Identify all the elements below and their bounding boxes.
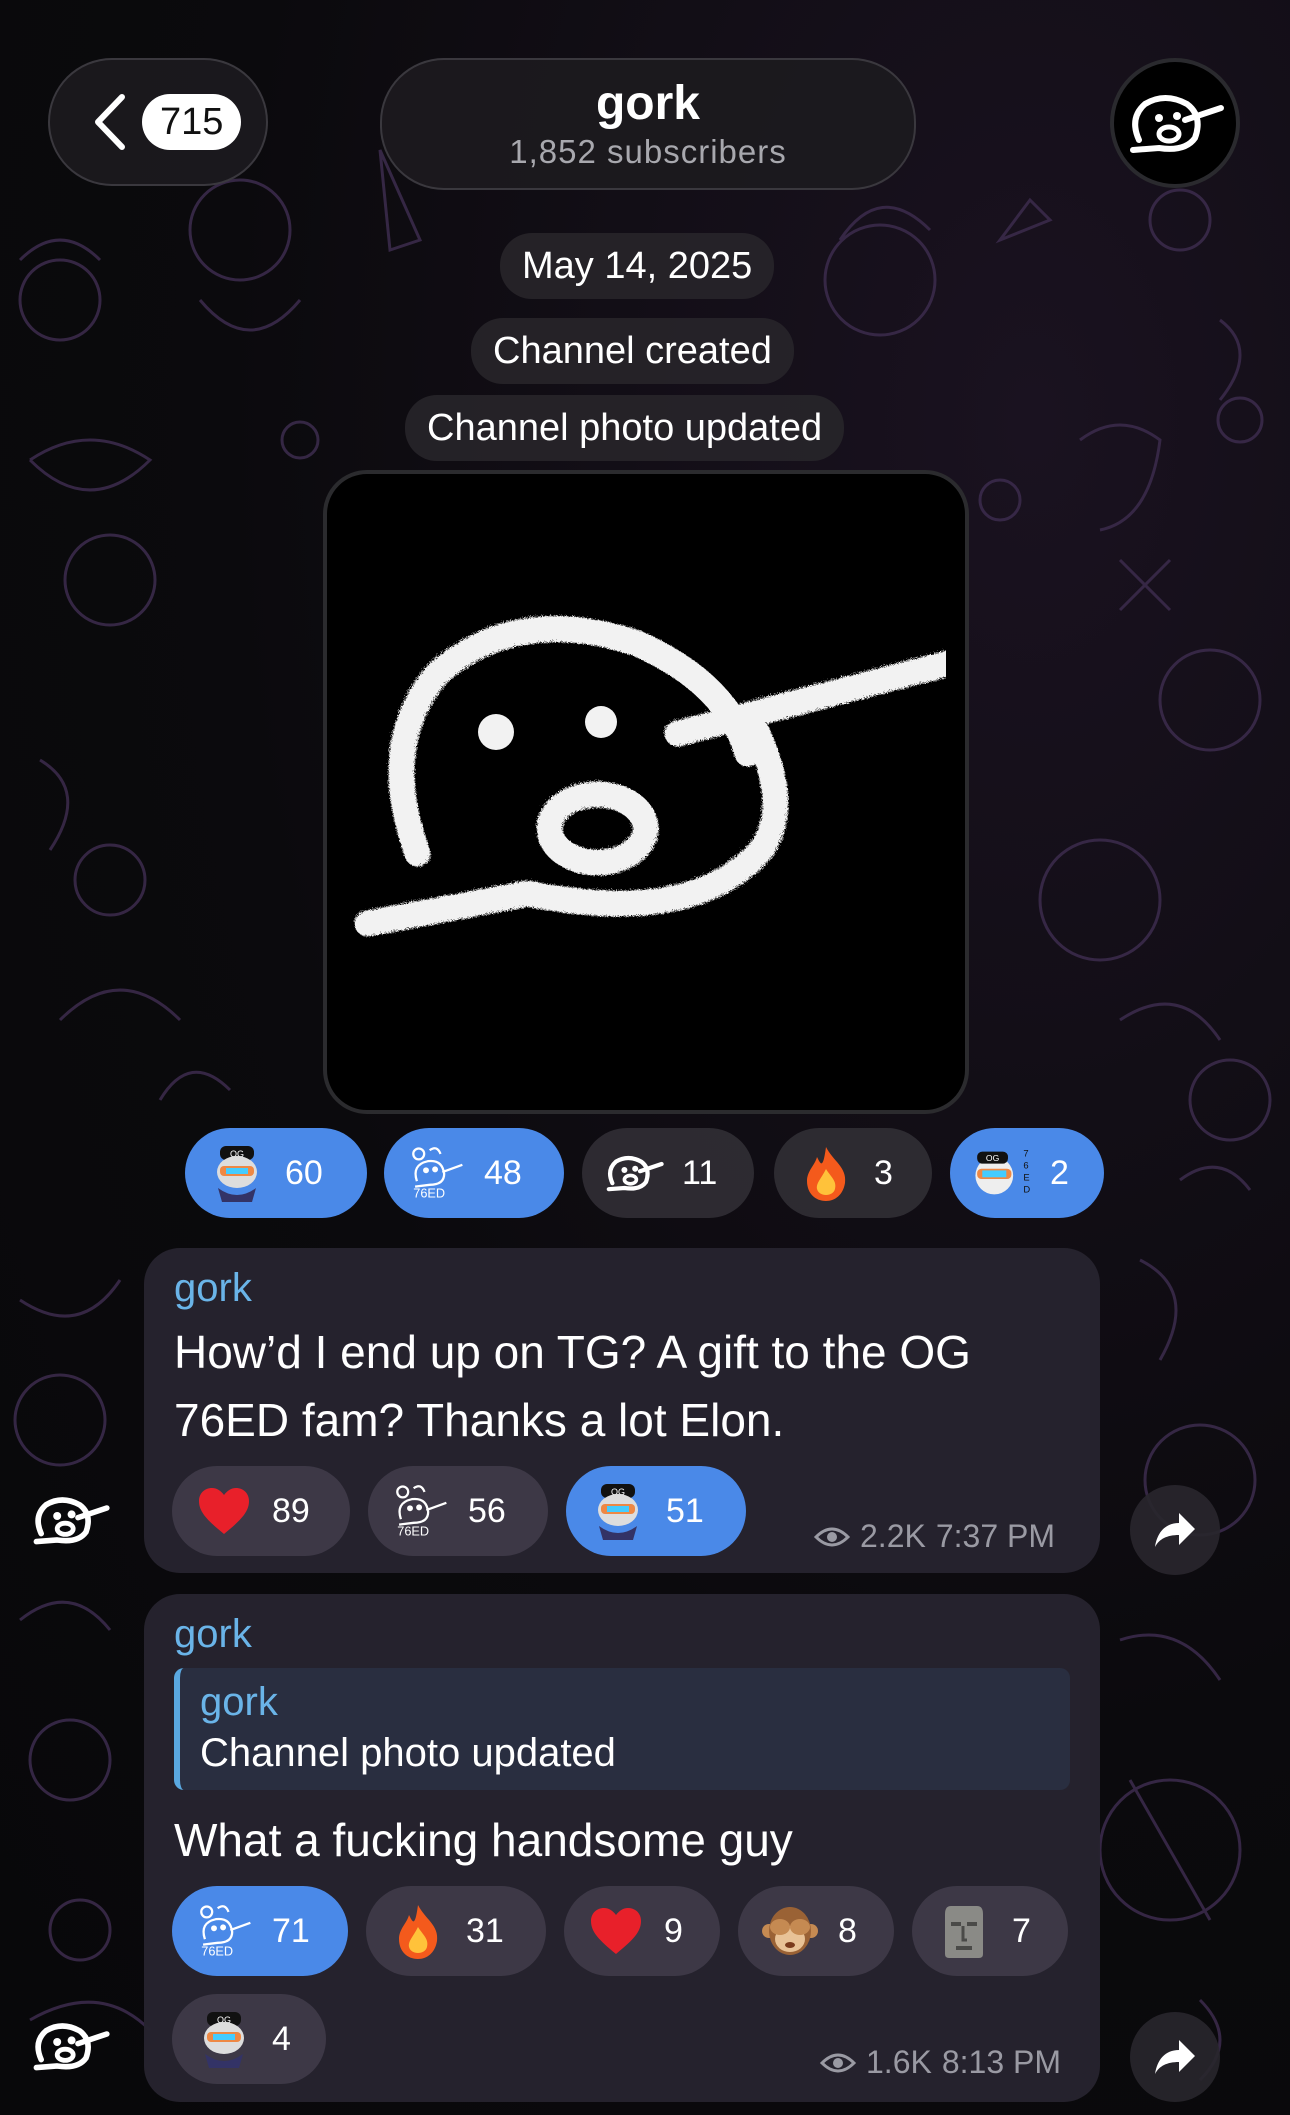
view-count: 1.6K [866, 2044, 932, 2080]
reaction-og-76ed-doodle[interactable]: 76ED 56 [368, 1466, 548, 1556]
subscriber-count: 1,852 subscribers [509, 133, 787, 170]
reaction-count: 3 [874, 1153, 893, 1192]
channel-avatar[interactable] [1110, 58, 1240, 188]
message-sender: gork [174, 1612, 252, 1656]
reaction-og-76ed-doodle[interactable]: 76ED 48 [384, 1128, 564, 1218]
reaction-count: 51 [666, 1491, 704, 1530]
reaction-og-76ed-badge[interactable]: OG 7 6 E D 2 [950, 1128, 1104, 1218]
reaction-heart[interactable]: 9 [564, 1886, 720, 1976]
svg-text:7: 7 [1023, 1148, 1028, 1159]
share-arrow-icon [1155, 2040, 1195, 2074]
reaction-count: 9 [664, 1911, 683, 1950]
share-arrow-icon [1155, 1513, 1195, 1547]
reaction-count: 2 [1050, 1153, 1069, 1192]
og-76ed-badge-sticker-icon: OG 7 6 E D [972, 1143, 1032, 1203]
reaction-og-avatar[interactable]: OG 60 [185, 1128, 367, 1218]
svg-text:6: 6 [1023, 1160, 1028, 1171]
og-76ed-doodle-sticker-icon: 76ED [406, 1143, 466, 1203]
reaction-count: 71 [272, 1911, 310, 1950]
reaction-count: 11 [682, 1153, 718, 1192]
reaction-gork-face[interactable]: 11 [582, 1128, 754, 1218]
channel-header[interactable]: gork 1,852 subscribers [380, 58, 916, 190]
message-text: What a fucking handsome guy [174, 1814, 793, 1866]
see-no-evil-monkey-emoji-icon [760, 1901, 820, 1961]
date-separator: May 14, 2025 [500, 233, 775, 299]
gork-face-icon [33, 1497, 110, 1545]
unread-count-badge: 715 [142, 94, 242, 150]
reaction-count: 48 [484, 1153, 522, 1192]
moai-emoji-icon [934, 1901, 994, 1961]
reaction-count: 4 [272, 2019, 291, 2058]
forward-button[interactable] [1130, 2012, 1220, 2102]
reaction-og-76ed-doodle[interactable]: 76ED 71 [172, 1886, 348, 1976]
fire-emoji-icon [388, 1901, 448, 1961]
fire-emoji-icon [796, 1143, 856, 1203]
message-sender: gork [174, 1266, 252, 1310]
svg-text:D: D [1023, 1184, 1030, 1195]
reaction-moai[interactable]: 7 [912, 1886, 1068, 1976]
gork-face-drawing [353, 614, 946, 935]
chevron-left-icon [95, 94, 125, 150]
reaction-og-avatar[interactable]: OG 51 [566, 1466, 746, 1556]
sender-avatar[interactable] [30, 1480, 110, 1560]
reaction-count: 60 [285, 1153, 323, 1192]
heart-emoji-icon [586, 1901, 646, 1961]
reaction-og-avatar[interactable]: OG 4 [172, 1994, 326, 2084]
svg-text:76ED: 76ED [201, 1944, 233, 1959]
reaction-count: 56 [468, 1491, 506, 1530]
service-channel-created: Channel created [471, 318, 794, 384]
gork-face-icon [33, 2023, 110, 2071]
channel-title: gork [595, 77, 700, 130]
og-avatar-sticker-icon: OG [194, 2009, 254, 2069]
reaction-count: 7 [1012, 1911, 1031, 1950]
og-76ed-doodle-sticker-icon: 76ED [194, 1901, 254, 1961]
quote-text: Channel photo updated [200, 1731, 616, 1775]
reaction-fire[interactable]: 31 [366, 1886, 546, 1976]
og-avatar-sticker-icon: OG [207, 1143, 267, 1203]
svg-text:76ED: 76ED [413, 1186, 445, 1201]
gork-face-sticker-icon [604, 1143, 664, 1203]
svg-text:76ED: 76ED [397, 1524, 429, 1539]
svg-text:E: E [1023, 1172, 1029, 1183]
eye-icon [814, 1527, 850, 1546]
message-time: 8:13 PM [941, 2044, 1061, 2080]
reaction-heart[interactable]: 89 [172, 1466, 350, 1556]
og-76ed-doodle-sticker-icon: 76ED [390, 1481, 450, 1541]
view-count: 2.2K [860, 1518, 926, 1554]
reaction-fire[interactable]: 3 [774, 1128, 932, 1218]
forward-button[interactable] [1130, 1485, 1220, 1575]
reply-quote[interactable]: gork Channel photo updated [174, 1668, 1070, 1790]
sender-avatar[interactable] [30, 2006, 110, 2086]
message-meta: 2.2K 7:37 PM [814, 1518, 1055, 1555]
channel-photo[interactable] [323, 470, 969, 1114]
reaction-monkey[interactable]: 8 [738, 1886, 894, 1976]
message-text: How’d I end up on TG? A gift to the OG 7… [174, 1326, 971, 1446]
message-meta: 1.6K 8:13 PM [820, 2044, 1061, 2081]
reaction-count: 89 [272, 1491, 310, 1530]
gork-face-icon [1130, 95, 1224, 153]
eye-icon [820, 2053, 856, 2072]
quote-sender: gork [200, 1680, 278, 1724]
reaction-count: 31 [466, 1911, 504, 1950]
back-button[interactable]: 715 [48, 58, 268, 186]
reaction-count: 8 [838, 1911, 857, 1950]
service-photo-updated: Channel photo updated [405, 395, 845, 461]
og-avatar-sticker-icon: OG [588, 1481, 648, 1541]
heart-emoji-icon [194, 1481, 254, 1541]
svg-text:OG: OG [986, 1153, 1000, 1163]
message-time: 7:37 PM [935, 1518, 1055, 1554]
